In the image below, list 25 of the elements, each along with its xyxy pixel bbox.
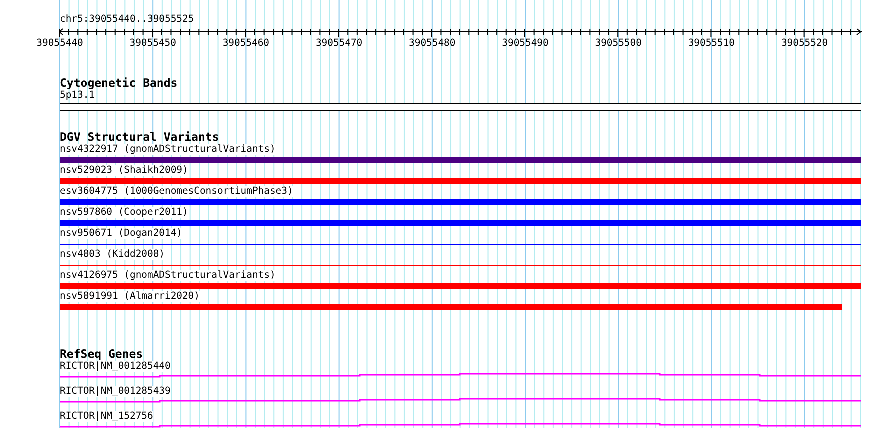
- ruler-label: 39055480: [409, 38, 456, 49]
- ruler-label: 39055470: [316, 38, 363, 49]
- ruler-label: 39055450: [130, 38, 176, 49]
- variant-label: nsv529023 (Shaikh2009): [60, 165, 188, 176]
- gene-label: RICTOR|NM_152756: [60, 411, 154, 422]
- variant-label: nsv597860 (Cooper2011): [60, 207, 188, 218]
- variant-label: nsv4322917 (gnomADStructuralVariants): [60, 144, 276, 155]
- variant-label: nsv4126975 (gnomADStructuralVariants): [60, 270, 276, 281]
- variant-label: esv3604775 (1000GenomesConsortiumPhase3): [60, 186, 294, 197]
- ruler-label: 39055510: [688, 38, 736, 49]
- track-title: Cytogenetic Bands: [60, 77, 178, 90]
- variant-label: nsv950671 (Dogan2014): [60, 228, 182, 239]
- ruler-label: 39055520: [781, 38, 828, 49]
- ruler-label: 39055460: [222, 38, 270, 49]
- location-label: chr5:39055440..39055525: [60, 14, 194, 26]
- band-label: 5p13.1: [60, 90, 95, 101]
- track-title: RefSeq Genes: [60, 348, 144, 361]
- ruler-label: 39055500: [595, 38, 642, 49]
- gene-label: RICTOR|NM_001285440: [60, 361, 171, 372]
- gene-label: RICTOR|NM_001285439: [60, 386, 171, 397]
- track-title: DGV Structural Variants: [60, 131, 220, 144]
- variant-label: nsv4803 (Kidd2008): [60, 249, 165, 260]
- ruler-label: 39055490: [502, 38, 549, 49]
- ruler-label: 39055440: [36, 38, 84, 49]
- variant-label: nsv5891991 (Almarri2020): [60, 291, 200, 302]
